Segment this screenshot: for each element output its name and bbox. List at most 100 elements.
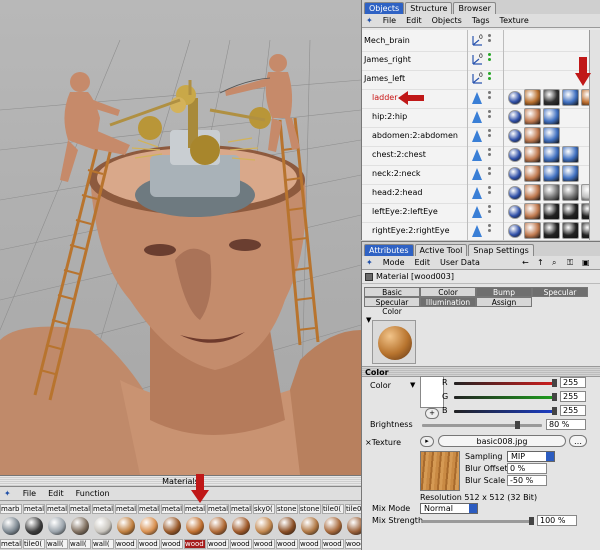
color-picker-button[interactable]: + [425,408,439,419]
menu-tags[interactable]: Tags [472,14,490,27]
bump-button[interactable]: Bump [476,287,532,297]
menu-texture[interactable]: Texture [500,14,529,27]
bone-tag-icon[interactable] [508,186,522,200]
material-tag-icon[interactable] [524,108,541,125]
material-swatch[interactable]: metal wood [115,504,137,550]
app-logo-icon[interactable]: ✦ [366,14,373,27]
specular-button[interactable]: Specular [532,287,588,297]
tab-active-tool[interactable]: Active Tool [414,244,468,256]
assign-button[interactable]: Assign [476,297,532,307]
bone-tag-icon[interactable] [508,129,522,143]
basic-button[interactable]: Basic [364,287,420,297]
material-tag-icon[interactable] [524,165,541,182]
material-tag-icon[interactable] [543,127,560,144]
menu-file[interactable]: File [23,487,36,500]
material-swatch[interactable]: metal wood [184,504,206,550]
app-logo-icon[interactable]: ✦ [4,487,11,500]
mix-strength-value[interactable]: 100 % [537,515,577,526]
color-swatch[interactable] [420,376,444,408]
material-swatch[interactable]: metal tile0( [23,504,45,550]
tab-attributes[interactable]: Attributes [364,244,414,256]
menu-file[interactable]: File [383,14,396,27]
material-swatch[interactable]: metal wood [161,504,183,550]
material-tag-icon[interactable] [562,184,579,201]
material-swatch[interactable]: metal wall( [46,504,68,550]
r-value[interactable]: 255 [560,377,586,388]
r-slider[interactable] [454,379,557,387]
material-tag-icon[interactable] [562,89,579,106]
menu-mode[interactable]: Mode [383,256,405,269]
b-slider[interactable] [454,407,557,415]
tab-structure[interactable]: Structure [405,2,453,14]
lock-icon[interactable]: ⚿ [567,259,575,267]
visibility-dots[interactable] [488,167,492,177]
material-tag-icon[interactable] [543,222,560,239]
visibility-dots[interactable] [488,205,492,215]
illumination-button[interactable]: Illumination [420,297,476,307]
material-tag-icon[interactable] [524,203,541,220]
visibility-dots[interactable] [488,129,492,139]
material-tag-icon[interactable] [524,184,541,201]
tab-browser[interactable]: Browser [453,2,496,14]
material-tag-icon[interactable] [562,203,579,220]
search-icon[interactable]: ⌕ [552,259,560,267]
material-tag-icon[interactable] [543,108,560,125]
material-tag-icon[interactable] [543,89,560,106]
texture-browse-button[interactable]: … [569,435,587,447]
mix-strength-slider[interactable] [422,517,534,525]
tab-objects[interactable]: Objects [364,2,405,14]
material-tag-icon[interactable] [543,165,560,182]
visibility-dots[interactable] [488,72,492,82]
sampling-dropdown[interactable]: MIP [507,451,555,462]
material-swatch[interactable]: metal wood [230,504,252,550]
material-swatch[interactable]: stone wood [276,504,298,550]
visibility-dots[interactable] [488,224,492,234]
3d-viewport[interactable] [0,0,361,475]
b-value[interactable]: 255 [560,405,586,416]
menu-objects[interactable]: Objects [432,14,462,27]
mix-mode-dropdown[interactable]: Normal [420,503,478,514]
material-tag-icon[interactable] [524,127,541,144]
material-swatch[interactable]: metal wall( [69,504,91,550]
texture-file-button[interactable]: basic008.jpg [438,435,566,447]
material-tag-icon[interactable] [524,146,541,163]
texture-menu-button[interactable]: ▸ [420,436,434,447]
app-logo-icon[interactable]: ✦ [366,256,373,269]
material-swatch[interactable]: metal wood [138,504,160,550]
material-swatch[interactable]: sky0(wood [253,504,275,550]
menu-edit[interactable]: Edit [415,256,431,269]
bone-tag-icon[interactable] [508,205,522,219]
material-swatch[interactable]: metal wood [207,504,229,550]
bone-tag-icon[interactable] [508,91,522,105]
material-tag-icon[interactable] [562,222,579,239]
bone-tag-icon[interactable] [508,224,522,238]
visibility-dots[interactable] [488,53,492,63]
material-tag-icon[interactable] [562,165,579,182]
visibility-dots[interactable] [488,148,492,158]
visibility-dots[interactable] [488,34,492,44]
material-tag-icon[interactable] [543,184,560,201]
material-tag-icon[interactable] [524,222,541,239]
g-value[interactable]: 255 [560,391,586,402]
material-swatch[interactable]: stone wood [299,504,321,550]
visibility-dots[interactable] [488,186,492,196]
brightness-value[interactable]: 80 % [546,419,586,430]
g-slider[interactable] [454,393,557,401]
back-arrow-icon[interactable]: ← [522,259,530,267]
menu-user-data[interactable]: User Data [440,256,480,269]
material-tag-icon[interactable] [543,146,560,163]
bone-tag-icon[interactable] [508,167,522,181]
bone-tag-icon[interactable] [508,110,522,124]
color-button[interactable]: Color [420,287,476,297]
material-swatch[interactable]: metal wall( [92,504,114,550]
color-dropdown-icon[interactable]: ▼ [410,381,415,389]
material-swatch[interactable]: marb metal [0,504,22,550]
material-tag-icon[interactable] [524,89,541,106]
material-tag-icon[interactable] [543,203,560,220]
new-window-icon[interactable]: ▣ [582,259,590,267]
visibility-dots[interactable] [488,91,492,101]
menu-edit[interactable]: Edit [48,487,64,500]
material-swatch[interactable]: tile0(wood [322,504,344,550]
visibility-dots[interactable] [488,110,492,120]
object-row[interactable]: rightEye:2:rightEye [362,220,600,242]
